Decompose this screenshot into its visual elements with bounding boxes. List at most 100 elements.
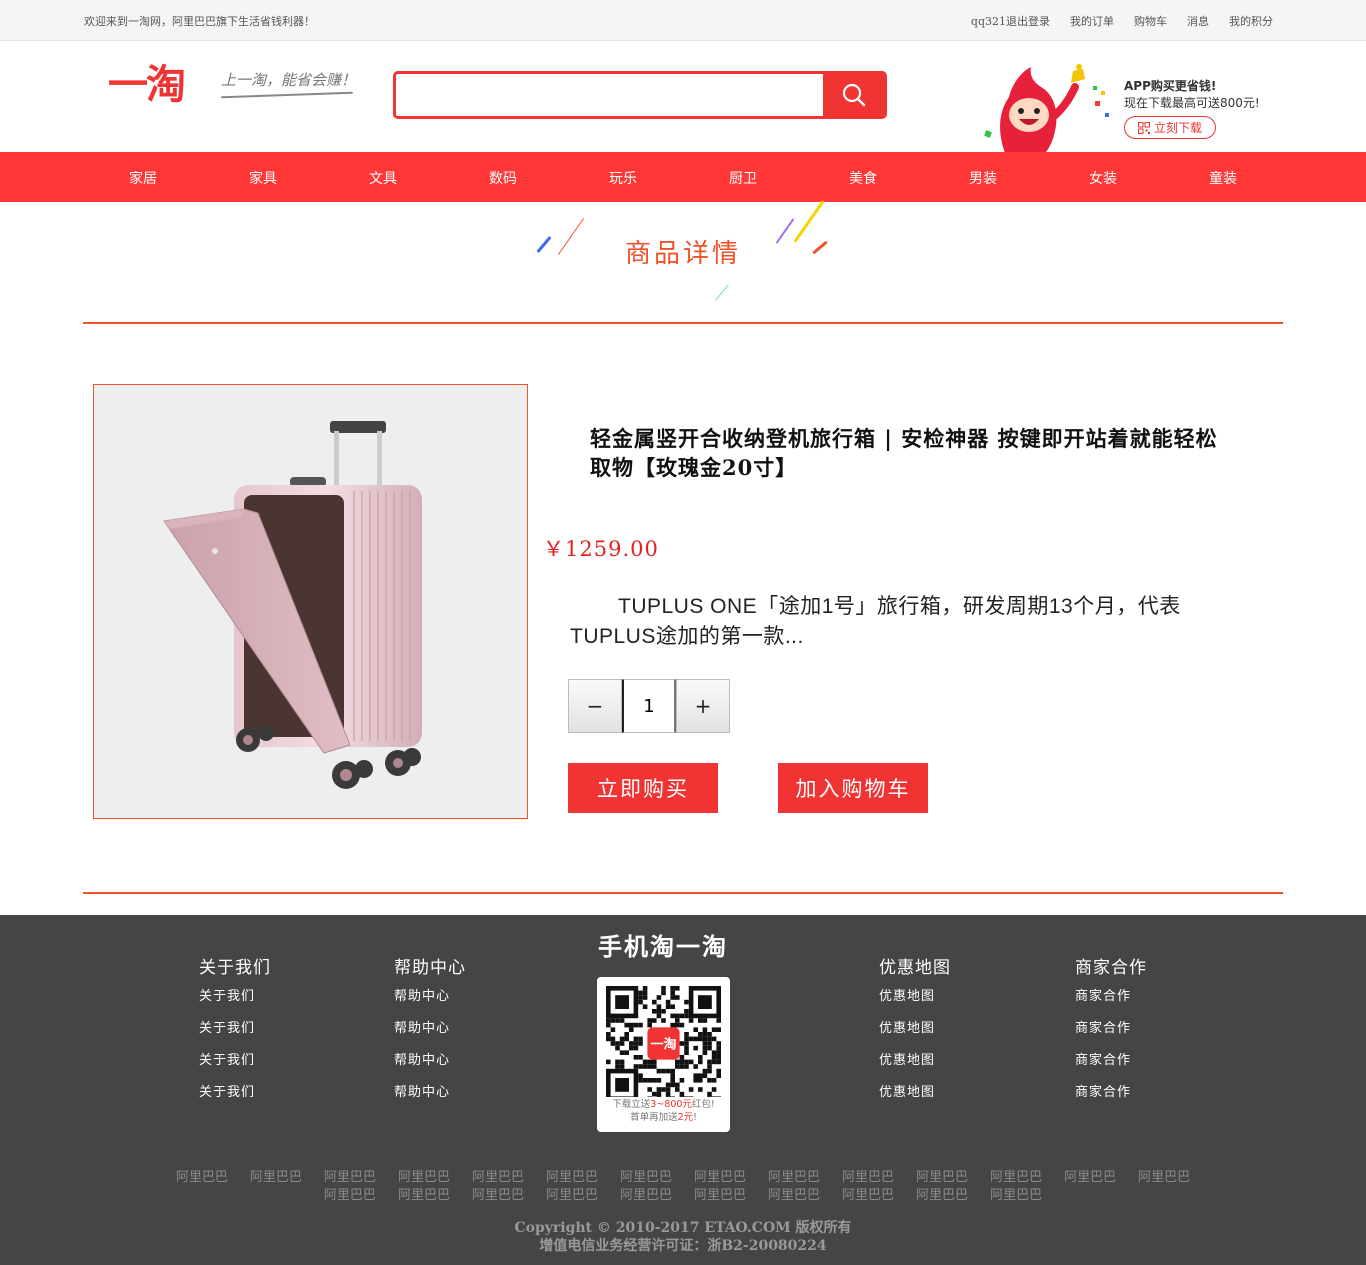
partner-link[interactable]: 阿里巴巴 — [842, 1184, 894, 1203]
footer-link[interactable]: 关于我们 — [199, 989, 271, 1021]
quantity-stepper: − + — [568, 679, 730, 733]
decoration-stroke — [715, 284, 729, 301]
footer-link[interactable]: 优惠地图 — [879, 989, 951, 1021]
partner-link[interactable]: 阿里巴巴 — [990, 1184, 1042, 1203]
footer-link[interactable]: 关于我们 — [199, 1085, 271, 1117]
search-button[interactable] — [823, 74, 884, 116]
partner-link[interactable]: 阿里巴巴 — [620, 1166, 672, 1185]
slogan-underline — [221, 91, 353, 99]
partner-link[interactable]: 阿里巴巴 — [768, 1184, 820, 1203]
qr-logo-text: 一淘 — [650, 1037, 676, 1053]
partner-link[interactable]: 阿里巴巴 — [916, 1166, 968, 1185]
partner-link[interactable]: 阿里巴巴 — [546, 1166, 598, 1185]
partner-link[interactable]: 阿里巴巴 — [1138, 1166, 1190, 1185]
footer: 关于我们 关于我们 关于我们 关于我们 关于我们 帮助中心 帮助中心 帮助中心 … — [0, 915, 1366, 1265]
partner-link[interactable]: 阿里巴巴 — [472, 1184, 524, 1203]
partner-link[interactable]: 阿里巴巴 — [546, 1184, 598, 1203]
cart-link[interactable]: 购物车 — [1134, 13, 1167, 29]
top-bar: 欢迎来到一淘网，阿里巴巴旗下生活省钱利器！ qq321退出登录 我的订单 购物车… — [0, 0, 1366, 41]
nav-item-food[interactable]: 美食 — [833, 168, 893, 188]
footer-link[interactable]: 关于我们 — [199, 1053, 271, 1085]
footer-link[interactable]: 商家合作 — [1075, 1053, 1147, 1085]
partner-link[interactable]: 阿里巴巴 — [324, 1184, 376, 1203]
partner-link[interactable]: 阿里巴巴 — [324, 1166, 376, 1185]
qr-code-icon — [1137, 121, 1150, 134]
partner-link[interactable]: 阿里巴巴 — [398, 1184, 450, 1203]
nav-item-furniture[interactable]: 家具 — [233, 168, 293, 188]
welcome-text: 欢迎来到一淘网，阿里巴巴旗下生活省钱利器！ — [84, 15, 315, 28]
quantity-input[interactable] — [622, 679, 676, 733]
partner-link[interactable]: 阿里巴巴 — [990, 1166, 1042, 1185]
footer-column-deals-map: 优惠地图 优惠地图 优惠地图 优惠地图 优惠地图 — [879, 953, 951, 1117]
footer-link[interactable]: 优惠地图 — [879, 1021, 951, 1053]
nav-item-kidswear[interactable]: 童装 — [1193, 168, 1253, 188]
nav-item-womenswear[interactable]: 女装 — [1073, 168, 1133, 188]
login-status-link[interactable]: qq321退出登录 — [971, 13, 1050, 29]
partner-link[interactable]: 阿里巴巴 — [694, 1166, 746, 1185]
partner-link[interactable]: 阿里巴巴 — [1064, 1166, 1116, 1185]
divider-bottom — [83, 892, 1283, 894]
footer-link[interactable]: 帮助中心 — [394, 1085, 466, 1117]
partner-link[interactable]: 阿里巴巴 — [694, 1184, 746, 1203]
top-links: qq321退出登录 我的订单 购物车 消息 我的积分 — [971, 13, 1273, 29]
search-icon — [842, 83, 865, 107]
nav-item-fun[interactable]: 玩乐 — [593, 168, 653, 188]
my-points-link[interactable]: 我的积分 — [1229, 13, 1273, 29]
quantity-increase-button[interactable]: + — [676, 679, 730, 733]
mascot-illustration — [984, 64, 1109, 153]
partner-link[interactable]: 阿里巴巴 — [842, 1166, 894, 1185]
license-text: 增值电信业务经营许可证：浙B2-20080224 — [539, 1238, 827, 1254]
footer-column-help: 帮助中心 帮助中心 帮助中心 帮助中心 帮助中心 — [394, 953, 466, 1117]
partner-link[interactable]: 阿里巴巴 — [768, 1166, 820, 1185]
product-image[interactable] — [93, 384, 528, 819]
footer-link[interactable]: 商家合作 — [1075, 989, 1147, 1021]
partner-link[interactable]: 阿里巴巴 — [250, 1166, 302, 1185]
divider-top — [83, 322, 1283, 324]
footer-link[interactable]: 帮助中心 — [394, 1053, 466, 1085]
download-app-label: 立刻下载 — [1153, 121, 1202, 135]
nav-item-digital[interactable]: 数码 — [473, 168, 533, 188]
nav-item-home[interactable]: 家居 — [113, 168, 173, 188]
suitcase-product-image — [163, 421, 422, 789]
app-promo-title: APP购买更省钱! — [1124, 79, 1217, 93]
footer-column-about: 关于我们 关于我们 关于我们 关于我们 关于我们 — [199, 953, 271, 1117]
buy-now-button[interactable]: 立即购买 — [568, 763, 718, 813]
quantity-decrease-button[interactable]: − — [568, 679, 622, 733]
site-logo[interactable]: 一淘 — [108, 63, 186, 107]
footer-column-merchant: 商家合作 商家合作 商家合作 商家合作 商家合作 — [1075, 953, 1147, 1117]
partner-link[interactable]: 阿里巴巴 — [620, 1184, 672, 1203]
partner-links-row-2: 阿里巴巴 阿里巴巴 阿里巴巴 阿里巴巴 阿里巴巴 阿里巴巴 阿里巴巴 阿里巴巴 阿里巴巴 阿里巴巴 — [0, 1184, 1366, 1203]
nav-item-menswear[interactable]: 男装 — [953, 168, 1013, 188]
app-promo-subtitle: 现在下载最高可送800元! — [1124, 96, 1260, 110]
partner-link[interactable]: 阿里巴巴 — [916, 1184, 968, 1203]
copyright-text: Copyright © 2010-2017 ETAO.COM 版权所有 — [514, 1220, 852, 1236]
footer-link[interactable]: 关于我们 — [199, 1021, 271, 1053]
partner-link[interactable]: 阿里巴巴 — [398, 1166, 450, 1185]
mobile-app-title: 手机淘一淘 — [598, 932, 728, 961]
nav-item-kitchen[interactable]: 厨卫 — [713, 168, 773, 188]
messages-link[interactable]: 消息 — [1187, 13, 1209, 29]
product-price: ￥1259.00 — [543, 537, 659, 561]
my-orders-link[interactable]: 我的订单 — [1070, 13, 1114, 29]
nav-item-stationery[interactable]: 文具 — [353, 168, 413, 188]
add-to-cart-button[interactable]: 加入购物车 — [778, 763, 928, 813]
partner-link[interactable]: 阿里巴巴 — [176, 1166, 228, 1185]
footer-link[interactable]: 帮助中心 — [394, 1021, 466, 1053]
footer-link[interactable]: 优惠地图 — [879, 1085, 951, 1117]
footer-link[interactable]: 优惠地图 — [879, 1053, 951, 1085]
partner-link[interactable]: 阿里巴巴 — [472, 1166, 524, 1185]
footer-link[interactable]: 帮助中心 — [394, 989, 466, 1021]
search-input[interactable] — [396, 74, 826, 116]
search-bar — [393, 71, 887, 119]
download-app-button[interactable]: 立刻下载 — [1124, 116, 1216, 139]
qr-promo-text: 下载立送3~800元红包! 首单再加送2元! — [612, 1099, 715, 1123]
header: 一淘 上一淘，能省会赚！ APP购买更省钱! 现在下载最高可送800元! 立刻下… — [0, 41, 1366, 153]
footer-link[interactable]: 商家合作 — [1075, 1021, 1147, 1053]
section-title: 商品详情 — [624, 239, 741, 269]
partner-links-row-1: 阿里巴巴 阿里巴巴 阿里巴巴 阿里巴巴 阿里巴巴 阿里巴巴 阿里巴巴 阿里巴巴 阿里巴巴 阿里巴巴… — [0, 1166, 1366, 1185]
footer-link[interactable]: 商家合作 — [1075, 1085, 1147, 1117]
qr-code-card[interactable]: 一淘 下载立送3~800元红包! 首单再加送2元! — [597, 977, 730, 1132]
product-description: TUPLUS ONE「途加1号」旅行箱，研发周期13个月，代表TUPLUS途加的… — [570, 595, 1181, 648]
app-promo: APP购买更省钱! 现在下载最高可送800元! 立刻下载 — [975, 61, 1275, 153]
slogan: 上一淘，能省会赚！ — [221, 71, 357, 89]
